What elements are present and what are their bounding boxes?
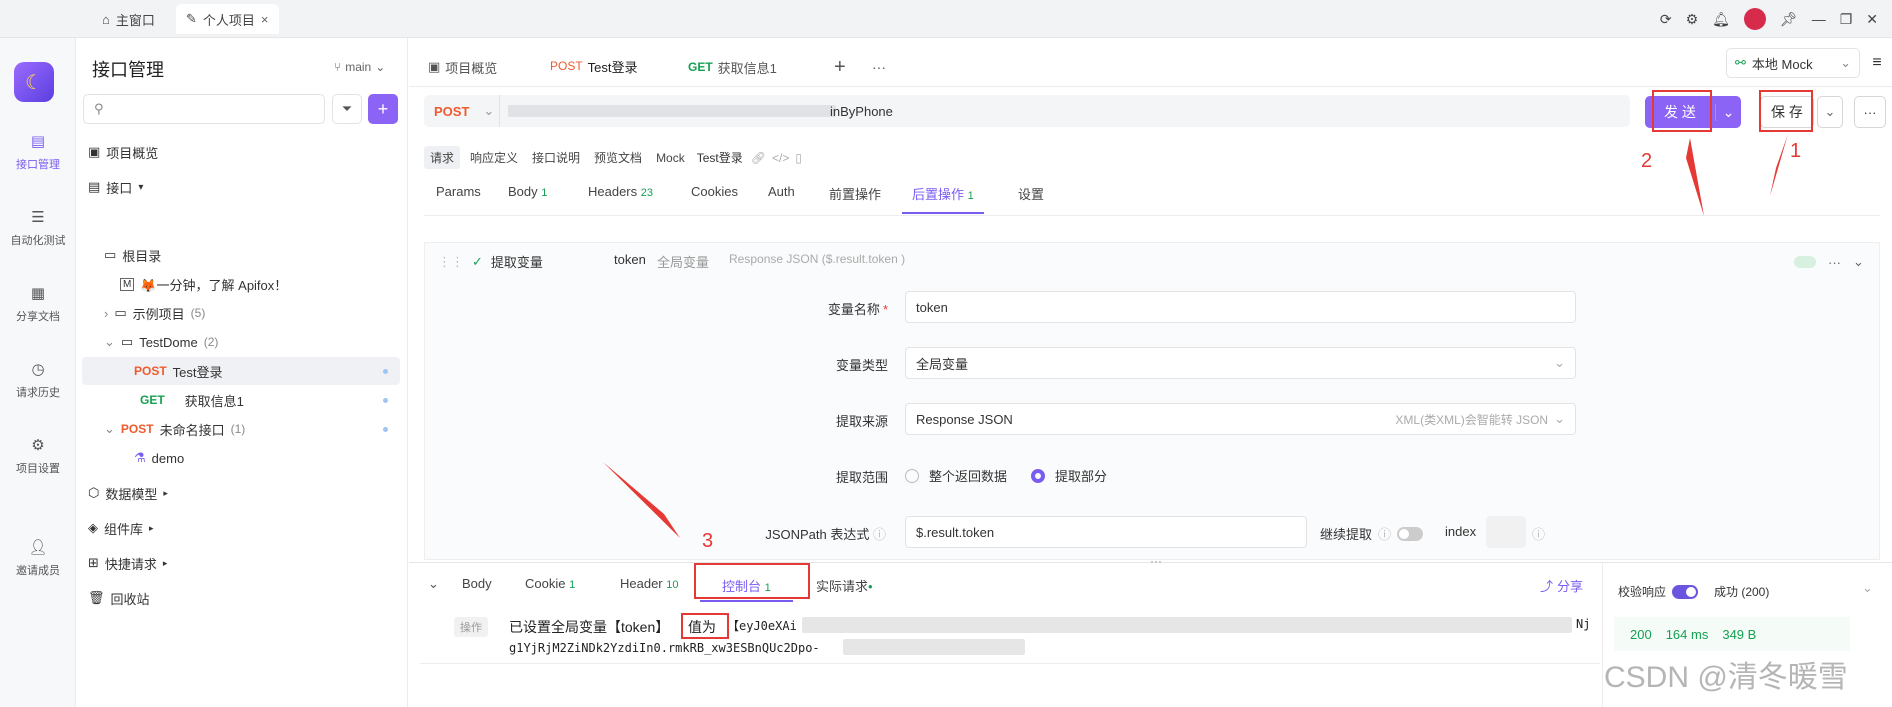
annotation-arrows xyxy=(603,134,1788,538)
watermark: CSDN @清冬暖雪 xyxy=(1604,661,1848,694)
arrow-to-send xyxy=(1686,138,1704,216)
arrow-to-console xyxy=(603,462,680,538)
arrow-to-save xyxy=(1770,134,1788,196)
